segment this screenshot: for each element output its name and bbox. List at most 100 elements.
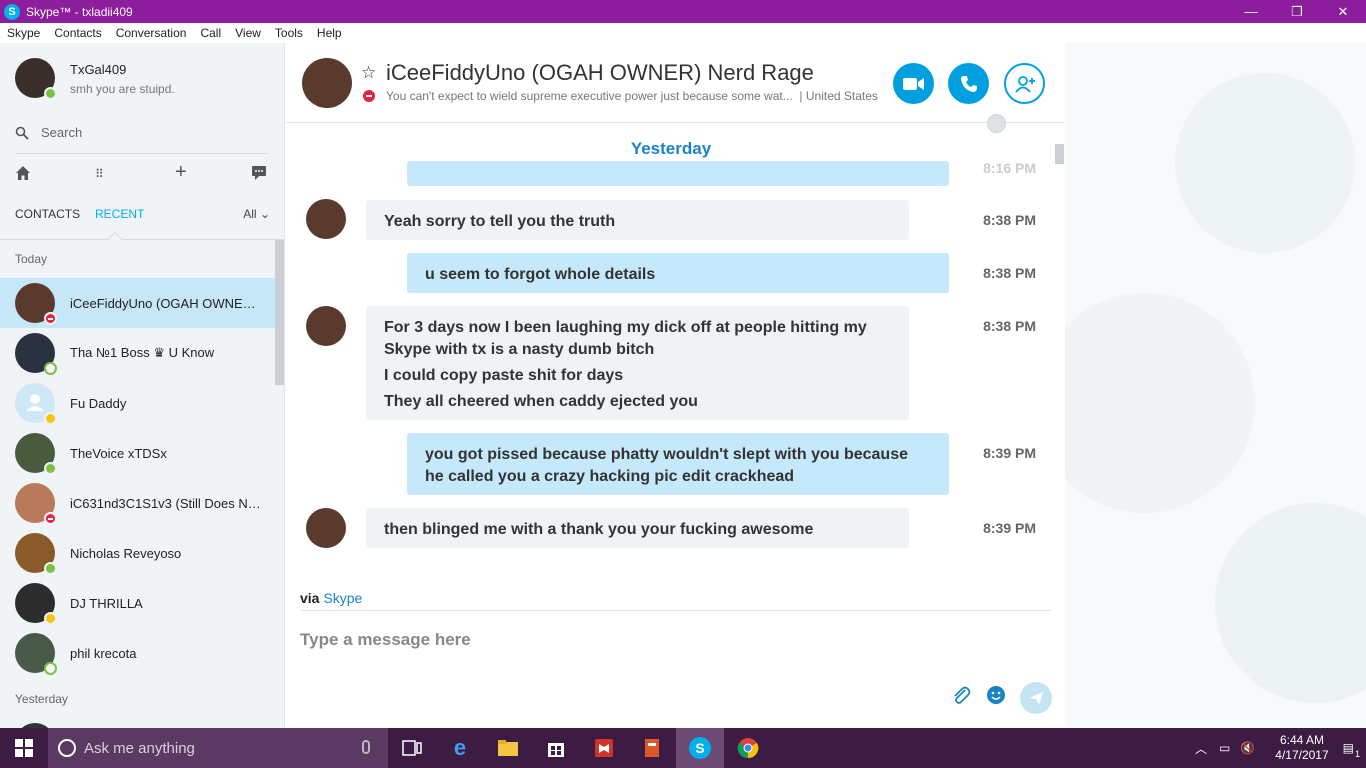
message-time: 8:38 PM — [983, 265, 1036, 281]
message-bubble-incoming: Yeah sorry to tell you the truth — [366, 200, 909, 240]
start-button[interactable] — [0, 728, 48, 768]
maximize-button[interactable]: ❐ — [1274, 0, 1320, 23]
contact-item[interactable]: phil krecota — [0, 628, 275, 678]
contact-name: iC631nd3C1S1v3 (Still Does No... — [70, 495, 265, 511]
globe-icon — [987, 114, 1006, 133]
contact-avatar — [15, 383, 57, 425]
message-text: Yeah sorry to tell you the truth — [384, 213, 616, 230]
microphone-icon[interactable] — [362, 740, 370, 754]
send-button[interactable] — [1020, 682, 1052, 714]
profile[interactable]: TxGal409 smh you are stuipd. — [15, 58, 175, 100]
message-text: you got pissed because phatty wouldn't s… — [425, 446, 908, 485]
contact-name: TheVoice xTDSx — [70, 445, 167, 461]
tab-recent[interactable]: RECENT — [95, 207, 144, 221]
contact-avatar — [15, 633, 57, 675]
contact-item[interactable]: iC631nd3C1S1v3 (Still Does No... — [0, 478, 275, 528]
skype-taskbar-icon[interactable]: S — [676, 728, 724, 768]
sidebar: TxGal409 smh you are stuipd. Search ⠿ + … — [0, 43, 285, 728]
minimize-button[interactable]: — — [1228, 0, 1274, 23]
sender-avatar[interactable] — [306, 199, 346, 239]
reader-app-icon[interactable] — [580, 728, 628, 768]
contact-item[interactable]: Tha №1 Boss ♛ U Know — [0, 328, 275, 378]
battery-icon[interactable]: ▭ — [1219, 741, 1230, 755]
edge-browser-icon[interactable]: e — [436, 728, 484, 768]
video-call-button[interactable] — [893, 63, 934, 104]
clock[interactable]: 6:44 AM 4/17/2017 — [1275, 733, 1328, 763]
menu-call[interactable]: Call — [193, 26, 228, 40]
sidebar-scrollbar[interactable] — [275, 240, 284, 385]
profile-avatar[interactable] — [15, 58, 57, 100]
sender-avatar[interactable] — [306, 508, 346, 548]
home-icon[interactable] — [15, 165, 31, 186]
menu-skype[interactable]: Skype — [0, 26, 47, 40]
presence-online-icon — [44, 562, 57, 575]
contact-item[interactable]: iCeeFiddyUno (OGAH OWNER)... — [0, 278, 275, 328]
contact-name: Nicholas Reveyoso — [70, 545, 182, 561]
message-bubble-partial — [407, 161, 949, 186]
search-box[interactable]: Search — [15, 125, 82, 140]
message-input[interactable]: Type a message here — [300, 630, 471, 650]
contact-mood: You can't expect to wield supreme execut… — [386, 89, 793, 103]
chevron-down-icon: ⌄ — [259, 207, 270, 221]
message-text: They all cheered when caddy ejected you — [384, 393, 698, 410]
volume-icon[interactable]: 🔇 — [1240, 741, 1255, 755]
contact-item[interactable]: TheVoice xTDSx — [0, 428, 275, 478]
menu-help[interactable]: Help — [310, 26, 349, 40]
menu-contacts[interactable]: Contacts — [47, 26, 108, 40]
favorite-star-icon[interactable]: ☆ — [361, 63, 376, 83]
taskbar-search[interactable]: Ask me anything — [48, 728, 388, 768]
contact-name: phil krecota — [70, 645, 137, 661]
attach-file-icon[interactable] — [950, 684, 972, 706]
section-yesterday: Yesterday — [15, 692, 68, 706]
add-person-icon — [1014, 75, 1035, 93]
contact-location: | United States — [799, 89, 878, 103]
menu-tools[interactable]: Tools — [268, 26, 310, 40]
office-app-icon[interactable] — [628, 728, 676, 768]
presence-offline-icon — [44, 662, 57, 675]
message-bubble-incoming: For 3 days now I been laughing my dick o… — [366, 306, 909, 420]
add-people-button[interactable] — [1004, 63, 1045, 104]
message-time: 8:16 PM — [983, 160, 1036, 176]
via-indicator: via Skype — [300, 590, 362, 606]
sender-avatar[interactable] — [306, 306, 346, 346]
show-hidden-icons-icon[interactable]: ︿ — [1195, 740, 1207, 757]
contact-item[interactable]: Nicholas Reveyoso — [0, 528, 275, 578]
close-button[interactable]: ✕ — [1320, 0, 1366, 23]
store-icon[interactable] — [532, 728, 580, 768]
dialpad-icon[interactable]: ⠿ — [95, 167, 104, 181]
tab-contacts[interactable]: CONTACTS — [15, 207, 80, 221]
message-text: u seem to forgot whole details — [425, 266, 656, 283]
menu-view[interactable]: View — [228, 26, 268, 40]
conversation-mood: You can't expect to wield supreme execut… — [386, 89, 878, 103]
presence-online-icon — [44, 87, 57, 100]
chrome-icon[interactable] — [724, 728, 772, 768]
message-bubble-outgoing: u seem to forgot whole details — [407, 253, 949, 293]
message-text: I could copy paste shit for days — [384, 367, 624, 384]
taskbar: Ask me anything e S ︿ ▭ 🔇 6:44 AM 4/17/2… — [0, 728, 1366, 768]
windows-logo-icon — [15, 739, 33, 757]
add-icon[interactable]: + — [175, 161, 187, 184]
menu-conversation[interactable]: Conversation — [109, 26, 194, 40]
presence-dnd-icon — [44, 312, 57, 325]
system-tray: ︿ ▭ 🔇 6:44 AM 4/17/2017 ▤ 1 — [1195, 728, 1366, 768]
chat-scrollbar[interactable] — [1055, 144, 1064, 164]
filter-all-dropdown[interactable]: All ⌄ — [243, 207, 270, 221]
conversation-pane: ☆ iCeeFiddyUno (OGAH OWNER) Nerd Rage Yo… — [286, 43, 1064, 728]
message-time: 8:38 PM — [983, 212, 1036, 228]
new-conversation-icon[interactable] — [250, 165, 268, 186]
file-explorer-icon[interactable] — [484, 728, 532, 768]
audio-call-button[interactable] — [948, 63, 989, 104]
tab-indicator — [107, 231, 123, 247]
presence-away-icon — [44, 612, 57, 625]
contact-item[interactable]: DJ THRILLA — [0, 578, 275, 628]
emoticon-icon[interactable] — [985, 684, 1007, 706]
menu-bar: Skype Contacts Conversation Call View To… — [0, 23, 1366, 43]
contact-name: iCeeFiddyUno (OGAH OWNER)... — [70, 295, 265, 311]
contact-item[interactable]: Fu Daddy — [0, 378, 275, 428]
via-skype-link[interactable]: Skype — [323, 590, 362, 606]
conversation-avatar[interactable] — [302, 58, 352, 108]
action-center-icon[interactable]: ▤ 1 — [1343, 741, 1360, 759]
task-view-icon[interactable] — [388, 728, 436, 768]
clock-time: 6:44 AM — [1279, 733, 1324, 747]
skype-logo-icon: S — [4, 3, 20, 20]
